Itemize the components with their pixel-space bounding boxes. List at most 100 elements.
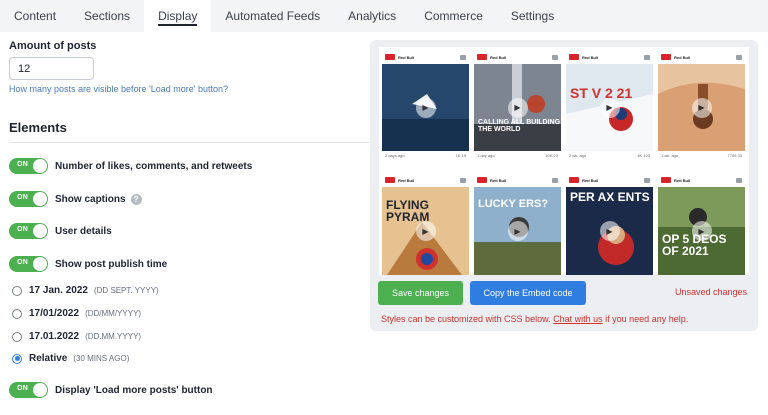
top-tabs: Content Sections Display Automated Feeds…: [0, 0, 768, 32]
styles-note-text: Styles can be customized with CSS below.: [381, 314, 551, 324]
post-image: PER AX ENTS ▶: [566, 187, 653, 275]
tab-content[interactable]: Content: [0, 0, 70, 32]
copy-embed-code-button[interactable]: Copy the Embed code: [470, 281, 586, 305]
publish-time-toggle[interactable]: ON: [9, 256, 48, 272]
radio-date-format-relative[interactable]: [12, 353, 22, 364]
post-header: Red Bull: [382, 173, 469, 187]
post-meta: 2 days ago 1K 19: [382, 151, 469, 160]
red-bull-logo-icon: [661, 54, 671, 60]
instagram-icon: [644, 177, 650, 183]
divider: [9, 142, 369, 143]
post-meta: 1 day ago 10K 20: [474, 151, 561, 160]
date-format-pattern: (30 MINS AGO): [73, 354, 130, 363]
play-icon[interactable]: ▶: [691, 221, 712, 241]
post-author: Red Bull: [398, 54, 415, 60]
play-icon[interactable]: ▶: [415, 221, 436, 241]
date-format-label: 17 Jan. 2022: [29, 285, 88, 296]
post-card[interactable]: Red Bull FLYING PYRAM ▶: [382, 173, 469, 275]
captions-toggle[interactable]: ON: [9, 191, 48, 207]
play-icon[interactable]: ▶: [691, 97, 712, 118]
post-card[interactable]: Red Bull ▶ 2 days ago 1K 19: [382, 50, 469, 160]
post-date: 1 wk. ago: [661, 153, 679, 158]
styles-note-text-end: if you need any help.: [605, 314, 689, 324]
date-format-option[interactable]: 17 Jan. 2022 (DD SEPT. YYYY): [12, 285, 159, 296]
post-date: 2 wk. ago: [569, 153, 587, 158]
chat-with-us-link[interactable]: Chat with us: [553, 314, 603, 324]
date-format-option[interactable]: Relative (30 MINS AGO): [12, 353, 129, 364]
post-author: Red Bull: [582, 54, 599, 60]
date-format-option[interactable]: 17/01/2022 (DD/MM/YYYY): [12, 308, 141, 319]
user-details-toggle[interactable]: ON: [9, 223, 48, 239]
post-author: Red Bull: [398, 177, 415, 183]
post-header: Red Bull: [658, 50, 745, 64]
publish-time-row: ON Show post publish time: [9, 256, 167, 272]
post-author: Red Bull: [582, 177, 599, 183]
help-icon[interactable]: ?: [130, 193, 142, 205]
tab-automated-feeds[interactable]: Automated Feeds: [211, 0, 334, 32]
play-icon[interactable]: ▶: [507, 97, 528, 118]
post-caption: FLYING PYRAM: [386, 198, 430, 224]
unsaved-changes-status: Unsaved changes: [674, 287, 747, 297]
play-icon[interactable]: ▶: [415, 97, 436, 118]
styles-note: Styles can be customized with CSS below.…: [381, 314, 688, 324]
post-caption: LUCKY ERS?: [478, 198, 549, 210]
amount-of-posts-label: Amount of posts: [9, 40, 97, 52]
tab-analytics[interactable]: Analytics: [334, 0, 410, 32]
play-icon[interactable]: ▶: [507, 221, 528, 241]
likes-row: ON Number of likes, comments, and retwee…: [9, 158, 252, 174]
load-more-label: Display 'Load more posts' button: [55, 384, 213, 396]
toggle-knob: [33, 159, 47, 173]
post-meta: 1 wk. ago 7705 33: [658, 151, 745, 160]
radio-date-format-3[interactable]: [12, 331, 22, 342]
post-caption: CALLING ALL BUILDING THE WORLD: [478, 119, 561, 133]
instagram-icon: [736, 54, 742, 60]
save-changes-button[interactable]: Save changes: [378, 281, 463, 305]
captions-row: ON Show captions ?: [9, 191, 142, 207]
red-bull-logo-icon: [661, 177, 671, 183]
date-format-option[interactable]: 17.01.2022 (DD.MM.YYYY): [12, 331, 141, 342]
radio-date-format-2[interactable]: [12, 308, 22, 319]
radio-date-format-1[interactable]: [12, 285, 22, 296]
post-image: ST V 2 21 ▶: [566, 64, 653, 151]
post-stats: 1K 19: [455, 153, 466, 158]
post-header: Red Bull: [474, 50, 561, 64]
amount-of-posts-input[interactable]: [9, 57, 94, 80]
instagram-icon: [736, 177, 742, 183]
post-image: CALLING ALL BUILDING THE WORLD ▶: [474, 64, 561, 151]
red-bull-logo-icon: [569, 177, 579, 183]
tab-commerce[interactable]: Commerce: [410, 0, 497, 32]
post-card[interactable]: Red Bull ST V 2 21 ▶ 2 wk. ago 4K 103: [566, 50, 653, 160]
play-icon[interactable]: ▶: [599, 221, 620, 241]
load-more-row: ON Display 'Load more posts' button: [9, 382, 213, 398]
post-card[interactable]: Red Bull PER AX ENTS ▶: [566, 173, 653, 275]
post-card[interactable]: Red Bull CALLING ALL BUILDING THE WORLD …: [474, 50, 561, 160]
tab-settings[interactable]: Settings: [497, 0, 568, 32]
instagram-icon: [460, 177, 466, 183]
post-header: Red Bull: [566, 50, 653, 64]
post-date: 1 day ago: [477, 153, 495, 158]
post-image: FLYING PYRAM ▶: [382, 187, 469, 275]
instagram-icon: [552, 177, 558, 183]
post-author: Red Bull: [674, 177, 691, 183]
post-author: Red Bull: [490, 177, 507, 183]
user-details-row: ON User details: [9, 223, 112, 239]
play-icon[interactable]: ▶: [599, 97, 620, 118]
post-card[interactable]: Red Bull LUCKY ERS? ▶: [474, 173, 561, 275]
load-more-toggle[interactable]: ON: [9, 382, 48, 398]
likes-toggle[interactable]: ON: [9, 158, 48, 174]
toggle-knob: [33, 224, 47, 238]
post-card[interactable]: Red Bull ▶ 1 wk. ago 7705 33: [658, 50, 745, 160]
red-bull-logo-icon: [477, 177, 487, 183]
captions-label: Show captions: [55, 193, 126, 205]
post-stats: 7705 33: [727, 153, 742, 158]
tab-sections[interactable]: Sections: [70, 0, 144, 32]
toggle-knob: [33, 383, 47, 397]
tab-display[interactable]: Display: [144, 0, 212, 32]
post-meta: 2 wk. ago 4K 103: [566, 151, 653, 160]
preview-panel: Red Bull ▶ 2 days ago 1K 19 Red Bull CALL…: [370, 40, 758, 331]
post-author: Red Bull: [490, 54, 507, 60]
post-card[interactable]: Red Bull OP 5 DEOS OF 2021 ▶: [658, 173, 745, 275]
date-format-label: 17.01.2022: [29, 331, 80, 342]
post-author: Red Bull: [674, 54, 691, 60]
display-settings-panel: Amount of posts How many posts are visib…: [0, 32, 370, 415]
